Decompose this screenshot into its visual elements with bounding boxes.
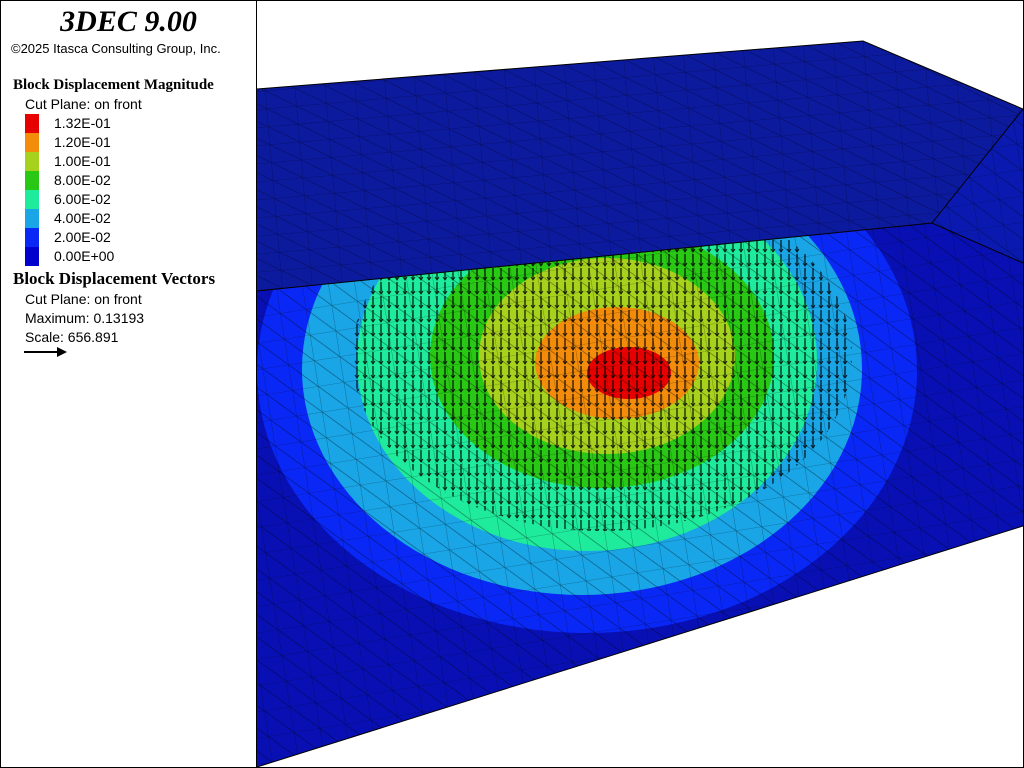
vectors-legend-title: Block Displacement Vectors xyxy=(13,269,216,288)
contour-cut-plane: Cut Plane: on front xyxy=(25,96,142,112)
legend-label-1: 1.20E-01 xyxy=(54,134,111,150)
legend-swatch-1 xyxy=(25,133,39,152)
vectors-scale: Scale: 656.891 xyxy=(25,329,119,345)
legend-swatch-7 xyxy=(25,247,39,266)
legend-swatch-6 xyxy=(25,228,39,247)
legend-label-4: 6.00E-02 xyxy=(54,191,111,207)
legend-swatch-2 xyxy=(25,152,39,171)
legend-label-7: 0.00E+00 xyxy=(54,248,115,264)
model-viewport[interactable] xyxy=(257,1,1023,767)
legend-label-5: 4.00E-02 xyxy=(54,210,111,226)
legend-swatch-4 xyxy=(25,190,39,209)
app-title: 3DEC 9.00 xyxy=(60,5,197,38)
model-view xyxy=(257,40,1023,767)
arrow-icon xyxy=(24,347,67,357)
legend-panel: 3DEC 9.00 ©2025 Itasca Consulting Group,… xyxy=(1,1,257,767)
legend-swatch-3 xyxy=(25,171,39,190)
window-frame: 3DEC 9.00 ©2025 Itasca Consulting Group,… xyxy=(0,0,1024,768)
legend-label-6: 2.00E-02 xyxy=(54,229,111,245)
contour-legend-title: Block Displacement Magnitude xyxy=(13,77,214,93)
legend-label-2: 1.00E-01 xyxy=(54,153,111,169)
copyright-text: ©2025 Itasca Consulting Group, Inc. xyxy=(11,41,221,56)
legend-swatch-5 xyxy=(25,209,39,228)
legend-label-0: 1.32E-01 xyxy=(54,115,111,131)
legend-swatch-0 xyxy=(25,114,39,133)
legend-label-3: 8.00E-02 xyxy=(54,172,111,188)
vectors-cut-plane: Cut Plane: on front xyxy=(25,291,142,307)
vectors-maximum: Maximum: 0.13193 xyxy=(25,310,145,326)
